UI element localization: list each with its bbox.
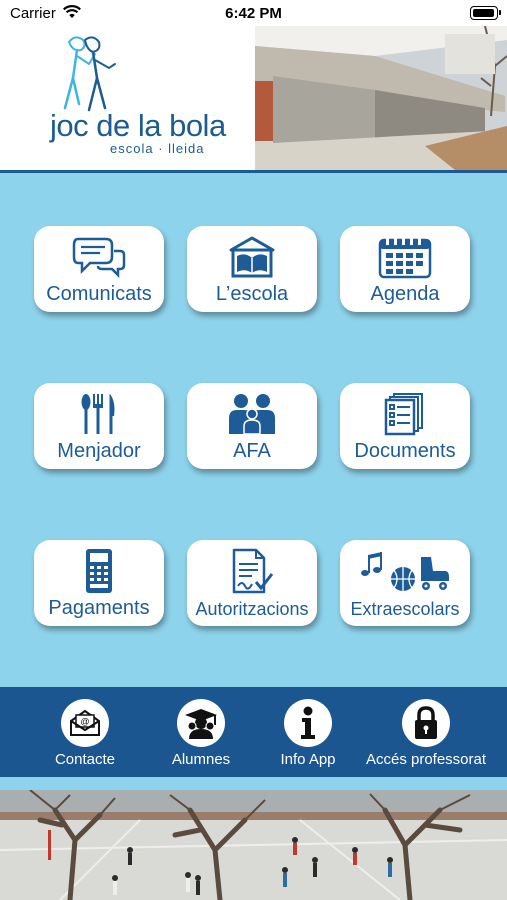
tile-pagaments[interactable]: Pagaments — [34, 540, 164, 626]
tile-extraescolars[interactable]: Extraescolars — [340, 540, 470, 626]
tile-afa[interactable]: AFA — [187, 383, 317, 469]
graduate-icon — [177, 699, 225, 747]
nav-acces-professorat[interactable]: Accés professorat — [363, 687, 489, 777]
info-icon — [284, 699, 332, 747]
tile-label: Documents — [354, 440, 456, 462]
logo-subtitle: escola · lleida — [110, 141, 205, 156]
tile-label: Autoritzacions — [195, 599, 309, 619]
svg-text:@: @ — [80, 717, 89, 727]
music-ball-skate-icon — [340, 548, 470, 594]
tile-label: Agenda — [370, 283, 440, 305]
tile-autoritzacions[interactable]: Autoritzacions — [187, 540, 317, 626]
book-building-icon — [187, 234, 317, 280]
nav-label: Info App — [280, 751, 336, 768]
tile-label: Menjador — [57, 440, 141, 462]
clock: 6:42 PM — [225, 5, 282, 22]
payment-terminal-icon — [34, 548, 164, 594]
tile-menjador[interactable]: Menjador — [34, 383, 164, 469]
logo-figure-icon — [63, 36, 116, 112]
signed-document-icon — [187, 548, 317, 594]
tile-lescola[interactable]: L’escola — [187, 226, 317, 312]
logo-title: joc de la bola — [50, 108, 226, 143]
school-building-photo — [255, 26, 507, 170]
nav-contacte[interactable]: @ Contacte — [22, 687, 148, 777]
nav-label: Accés professorat — [365, 751, 487, 768]
battery-icon — [470, 6, 501, 20]
documents-icon — [340, 391, 470, 437]
tile-label: Pagaments — [48, 597, 150, 619]
header-banner: joc de la bola escola · lleida — [0, 26, 507, 170]
schoolyard-photo — [0, 790, 507, 900]
tile-label: Extraescolars — [350, 599, 460, 619]
tile-label: Comunicats — [46, 283, 152, 305]
family-icon — [187, 391, 317, 437]
tile-documents[interactable]: Documents — [340, 383, 470, 469]
status-bar: Carrier 6:42 PM — [0, 0, 507, 26]
tile-comunicats[interactable]: Comunicats — [34, 226, 164, 312]
tile-agenda[interactable]: Agenda — [340, 226, 470, 312]
bottom-nav-bar: @ Contacte Alumnes Info App Accés profes… — [0, 687, 507, 777]
header-divider — [0, 170, 507, 173]
chat-bubbles-icon — [34, 234, 164, 280]
calendar-icon — [340, 234, 470, 280]
tile-label: L’escola — [215, 283, 289, 305]
lock-icon — [402, 699, 450, 747]
email-icon: @ — [61, 699, 109, 747]
school-logo: joc de la bola escola · lleida — [0, 26, 255, 170]
tile-label: AFA — [233, 440, 271, 462]
cutlery-icon — [34, 391, 164, 437]
nav-label: Contacte — [54, 751, 116, 768]
nav-info-app[interactable]: Info App — [245, 687, 371, 777]
